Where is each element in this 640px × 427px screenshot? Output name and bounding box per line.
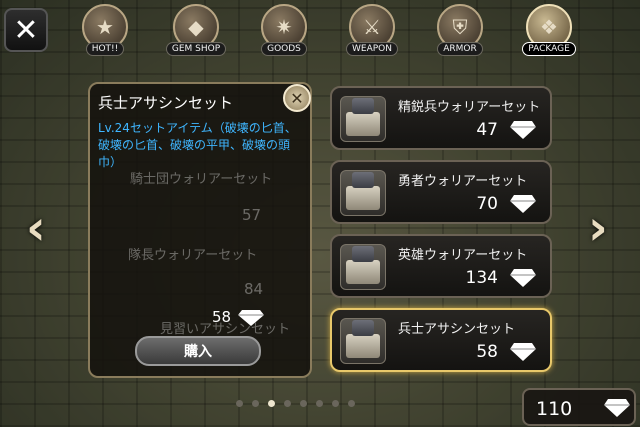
gem-balance[interactable]: 110: [522, 388, 636, 426]
tab-label: GOODS: [261, 42, 307, 56]
package-thumbnail-icon: [340, 96, 386, 142]
item-name: 英雄ウォリアーセット: [398, 248, 528, 263]
page-dot[interactable]: [300, 400, 307, 407]
item-name: 精鋭兵ウォリアーセット: [398, 100, 541, 115]
gem-balance-value: 110: [536, 398, 573, 420]
package-thumbnail-icon: [340, 170, 386, 216]
ghost-item-price: 57: [242, 206, 262, 224]
tab-weapon[interactable]: ⚔ WEAPON: [343, 4, 401, 62]
diamond-icon: [510, 195, 536, 213]
item-card[interactable]: 英雄ウォリアーセット 134: [330, 234, 552, 298]
page-indicator: [236, 400, 355, 407]
ghost-item-name: 隊長ウォリアーセット: [128, 248, 258, 263]
item-price: 70: [476, 194, 498, 214]
prev-page-arrow[interactable]: ‹: [26, 200, 46, 256]
diamond-icon: [238, 310, 264, 326]
tab-label: HOT!!: [85, 42, 125, 56]
diamond-icon: [510, 269, 536, 287]
package-thumbnail-icon: [340, 318, 386, 364]
diamond-icon: [604, 399, 630, 417]
diamond-icon: [510, 121, 536, 139]
item-card[interactable]: 勇者ウォリアーセット 70: [330, 160, 552, 224]
package-thumbnail-icon: [340, 244, 386, 290]
page-dot-active[interactable]: [268, 400, 275, 407]
item-price: 58: [476, 342, 498, 362]
ghost-item-price: 84: [244, 280, 264, 298]
detail-description: Lv.24セットアイテム（破壊の匕首、破壊の匕首、破壊の平甲、破壊の頭巾）: [98, 121, 297, 169]
item-price: 47: [476, 120, 498, 140]
page-dot[interactable]: [252, 400, 259, 407]
tab-label: WEAPON: [346, 42, 398, 56]
tab-goods[interactable]: ✷ GOODS: [255, 4, 313, 62]
tab-label: ARMOR: [437, 42, 483, 56]
tab-armor[interactable]: ⛨ ARMOR: [431, 4, 489, 62]
page-dot[interactable]: [316, 400, 323, 407]
tab-hot[interactable]: ★ HOT!!: [76, 4, 134, 62]
page-dot[interactable]: [284, 400, 291, 407]
next-page-arrow[interactable]: ›: [588, 200, 608, 256]
item-card[interactable]: 精鋭兵ウォリアーセット 47: [330, 86, 552, 150]
detail-close-button[interactable]: ✕: [283, 84, 311, 112]
page-dot[interactable]: [236, 400, 243, 407]
detail-price: 58: [212, 308, 232, 326]
item-card-selected[interactable]: 兵士アサシンセット 58: [330, 308, 552, 372]
tab-label: GEM SHOP: [165, 42, 227, 56]
close-shop-button[interactable]: ✕: [4, 8, 48, 52]
diamond-icon: [510, 343, 536, 361]
buy-button[interactable]: 購入: [135, 336, 261, 366]
tab-label: PACKAGE: [522, 42, 576, 56]
item-name: 勇者ウォリアーセット: [398, 174, 528, 189]
item-name: 兵士アサシンセット: [398, 322, 516, 337]
page-dot[interactable]: [332, 400, 339, 407]
page-dot[interactable]: [348, 400, 355, 407]
tab-gem-shop[interactable]: ◆ GEM SHOP: [165, 4, 227, 62]
item-price: 134: [465, 268, 498, 288]
detail-title: 兵士アサシンセット: [98, 94, 234, 112]
tab-package[interactable]: ❖ PACKAGE: [520, 4, 578, 62]
